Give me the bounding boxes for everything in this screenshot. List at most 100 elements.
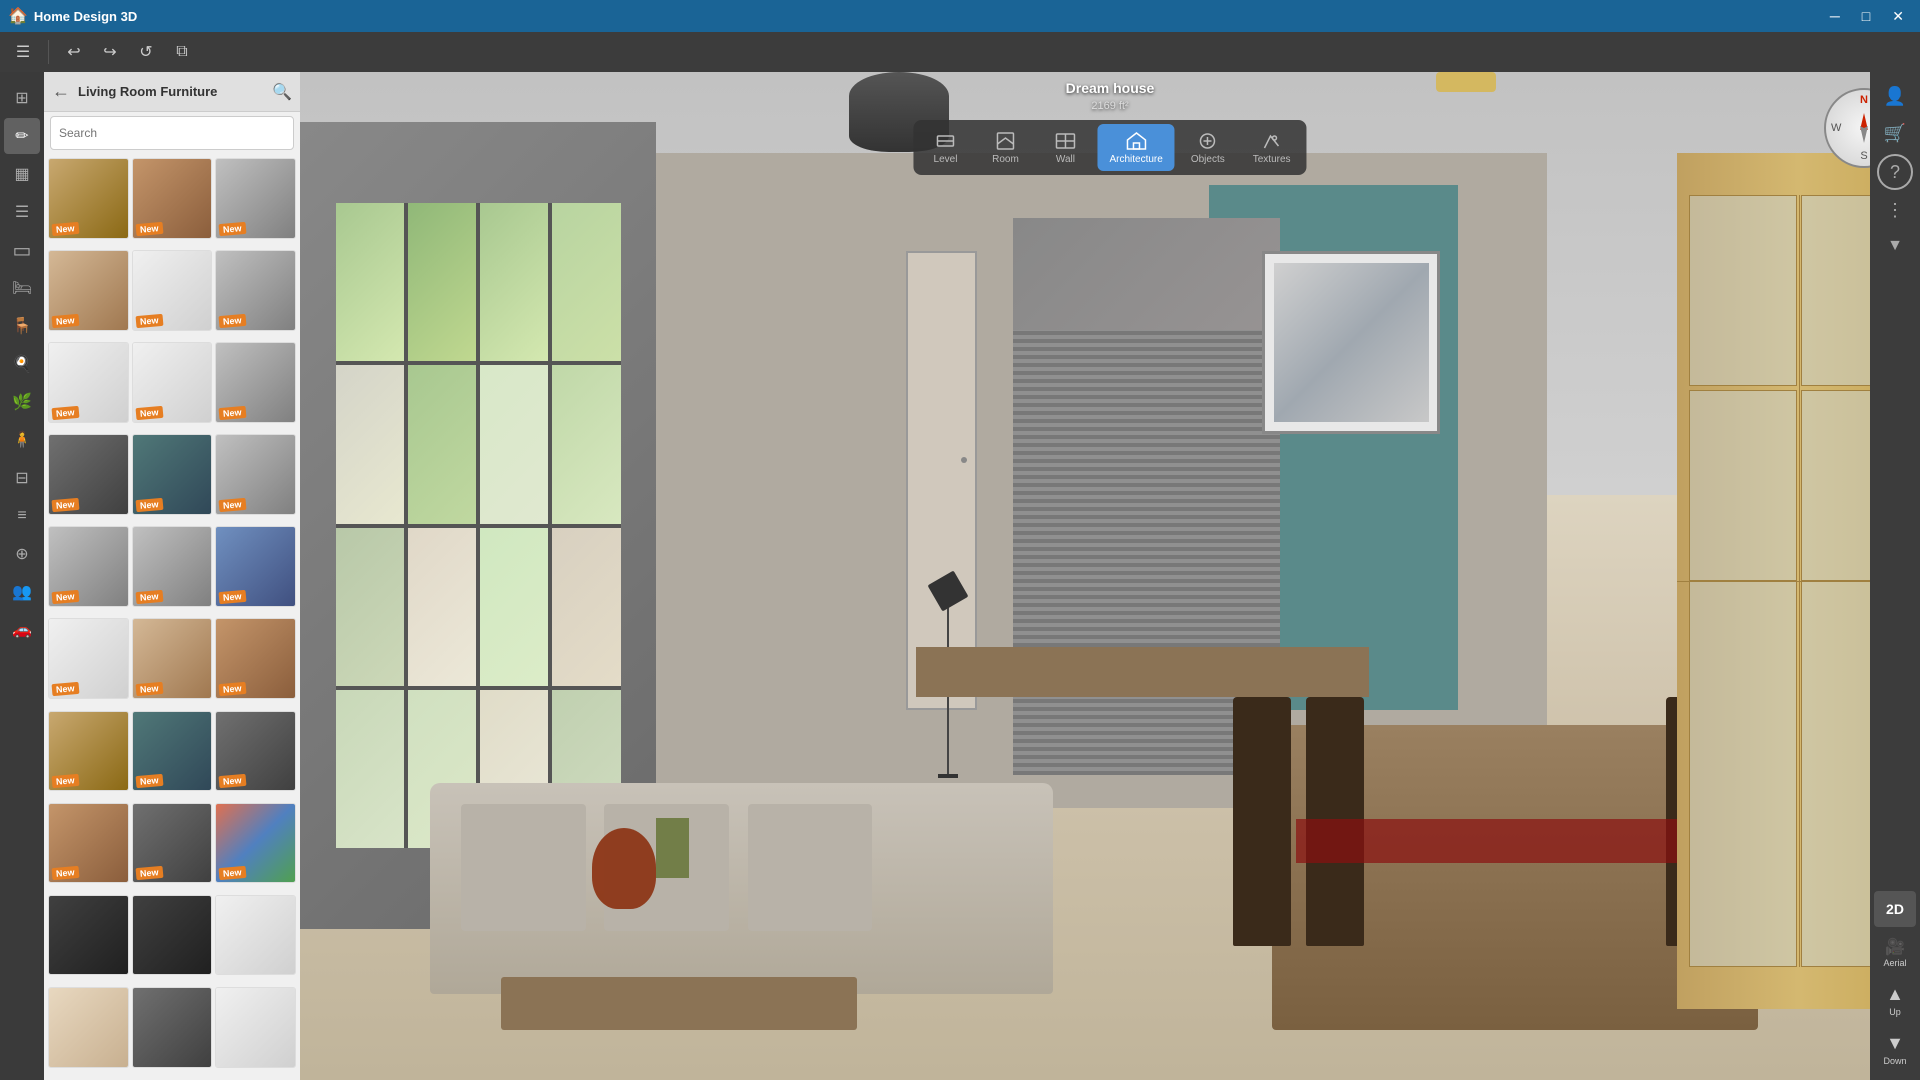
furniture-item-2[interactable]: New <box>132 158 213 239</box>
new-badge: New <box>219 406 246 420</box>
tab-textures[interactable]: Textures <box>1241 124 1303 171</box>
rooms-icon-btn[interactable]: ⊞ <box>4 80 40 116</box>
furniture-item-28[interactable] <box>48 987 129 1068</box>
tab-room[interactable]: Room <box>977 124 1033 171</box>
furniture-item-26[interactable] <box>132 895 213 976</box>
furniture-item-7[interactable]: New <box>48 342 129 423</box>
copy-button[interactable]: ⧉ <box>167 37 197 67</box>
chair-icon-btn[interactable]: 🪑 <box>4 308 40 344</box>
furniture-item-15[interactable]: New <box>215 526 296 607</box>
tools-icon-btn[interactable]: ✏ <box>4 118 40 154</box>
redo-button[interactable]: ↪ <box>95 37 125 67</box>
fence-icon-btn[interactable]: ⊟ <box>4 460 40 496</box>
furniture-item-22[interactable]: New <box>48 803 129 884</box>
aerial-button[interactable]: 🎥 Aerial <box>1874 931 1916 974</box>
furniture-item-19[interactable]: New <box>48 711 129 792</box>
compass-north: N <box>1860 94 1868 106</box>
up-button[interactable]: ▲ Up <box>1874 978 1916 1023</box>
toolbar: ☰ ↩ ↪ ↺ ⧉ <box>0 32 1920 72</box>
down-button[interactable]: ▼ Down <box>1874 1027 1916 1072</box>
plant-decor <box>656 818 688 878</box>
new-badge: New <box>135 682 162 696</box>
furniture-item-14[interactable]: New <box>132 526 213 607</box>
furniture-item-4[interactable]: New <box>48 250 129 331</box>
tab-level[interactable]: Level <box>917 124 973 171</box>
furniture-item-1[interactable]: New <box>48 158 129 239</box>
furniture-item-24[interactable]: New <box>215 803 296 884</box>
tab-objects[interactable]: Objects <box>1179 124 1237 171</box>
profile-button[interactable]: 👤 <box>1874 80 1916 113</box>
new-badge: New <box>52 222 79 236</box>
stairs-icon-btn[interactable]: ≡ <box>4 498 40 534</box>
furniture-item-30[interactable] <box>215 987 296 1068</box>
furniture-item-29[interactable] <box>132 987 213 1068</box>
new-badge: New <box>135 222 162 236</box>
person-icon-btn[interactable]: 🧍 <box>4 422 40 458</box>
furniture-item-5[interactable]: New <box>132 250 213 331</box>
project-name: Dream house <box>1066 80 1155 96</box>
minimize-button[interactable]: ─ <box>1822 0 1848 32</box>
new-badge: New <box>219 498 246 512</box>
furniture-item-11[interactable]: New <box>132 434 213 515</box>
back-button[interactable]: ← <box>52 81 70 102</box>
furniture-item-23[interactable]: New <box>132 803 213 884</box>
more-button[interactable]: ⋮ <box>1874 194 1916 227</box>
titlebar-left: 🏠 Home Design 3D <box>8 6 137 26</box>
cart-button[interactable]: 🛒 <box>1874 117 1916 150</box>
new-badge: New <box>135 590 162 604</box>
new-badge: New <box>52 590 79 604</box>
search-toggle-button[interactable]: 🔍 <box>272 82 292 102</box>
project-size: 2169 ft² <box>1091 100 1128 112</box>
furniture-item-13[interactable]: New <box>48 526 129 607</box>
aerial-label: Aerial <box>1883 958 1906 968</box>
furniture-item-8[interactable]: New <box>132 342 213 423</box>
furniture-item-27[interactable] <box>215 895 296 976</box>
app-icon: 🏠 <box>8 6 28 26</box>
furniture-item-12[interactable]: New <box>215 434 296 515</box>
search-bar[interactable] <box>50 116 294 150</box>
close-button[interactable]: ✕ <box>1884 0 1912 32</box>
furniture-item-6[interactable]: New <box>215 250 296 331</box>
refresh-button[interactable]: ↺ <box>131 37 161 67</box>
furniture-item-20[interactable]: New <box>132 711 213 792</box>
furniture-item-25[interactable] <box>48 895 129 976</box>
tab-wall[interactable]: Wall <box>1037 124 1093 171</box>
furniture-item-17[interactable]: New <box>132 618 213 699</box>
menu-button[interactable]: ☰ <box>8 37 38 67</box>
3d-view[interactable]: Dream house 2169 ft² Level Room <box>300 72 1920 1080</box>
kitchen-icon-btn[interactable]: 🍳 <box>4 346 40 382</box>
grid-icon-btn[interactable]: ▦ <box>4 156 40 192</box>
compass-west: W <box>1831 122 1841 134</box>
furniture-item-18[interactable]: New <box>215 618 296 699</box>
new-badge: New <box>135 498 162 512</box>
new-badge: New <box>219 222 246 236</box>
outdoor-icon-btn[interactable]: ⊕ <box>4 536 40 572</box>
dining-lamp <box>1418 72 1515 92</box>
bed-icon-btn[interactable]: 🛏 <box>4 270 40 306</box>
furniture-item-10[interactable]: New <box>48 434 129 515</box>
help-button[interactable]: ? <box>1877 154 1913 190</box>
maximize-button[interactable]: □ <box>1854 0 1878 32</box>
search-input[interactable] <box>59 126 285 140</box>
people-icon-btn[interactable]: 👥 <box>4 574 40 610</box>
new-badge: New <box>135 406 162 420</box>
tab-architecture[interactable]: Architecture <box>1097 124 1174 171</box>
up-arrow-icon: ▲ <box>1886 984 1904 1005</box>
furniture-item-21[interactable]: New <box>215 711 296 792</box>
undo-button[interactable]: ↩ <box>59 37 89 67</box>
new-badge: New <box>219 314 246 328</box>
furniture-item-16[interactable]: New <box>48 618 129 699</box>
plant-icon-btn[interactable]: 🌿 <box>4 384 40 420</box>
app-title: Home Design 3D <box>34 9 137 24</box>
layers-icon-btn[interactable]: ☰ <box>4 194 40 230</box>
furniture-item-9[interactable]: New <box>215 342 296 423</box>
titlebar-right: ─ □ ✕ <box>1822 0 1912 32</box>
account-button[interactable]: ▼ <box>1874 231 1916 261</box>
wall-icon-btn[interactable]: ▭ <box>4 232 40 268</box>
up-label: Up <box>1889 1007 1901 1017</box>
panel-title: Living Room Furniture <box>78 84 264 99</box>
car-icon-btn[interactable]: 🚗 <box>4 612 40 648</box>
scene-container <box>300 72 1920 1080</box>
2d-view-button[interactable]: 2D <box>1874 891 1916 927</box>
furniture-item-3[interactable]: New <box>215 158 296 239</box>
